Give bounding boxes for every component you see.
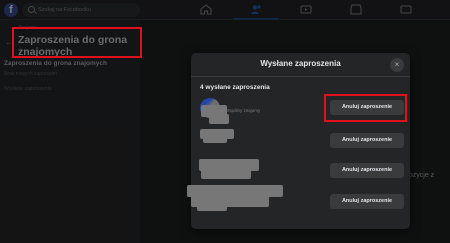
cancel-request-button[interactable]: Anuluj zaproszenie bbox=[330, 133, 404, 148]
sent-count-heading: 4 wysłane zaproszenia bbox=[200, 84, 270, 91]
highlight-box-cancel bbox=[324, 94, 407, 122]
redacted-name bbox=[201, 169, 251, 179]
dialog-title: Wysłane zaproszenia bbox=[260, 59, 341, 68]
dialog-divider bbox=[191, 76, 410, 77]
cancel-request-button[interactable]: Anuluj zaproszenie bbox=[330, 194, 404, 209]
redacted-name bbox=[203, 137, 227, 143]
mutual-friends-text: Wspólny znajomy bbox=[225, 108, 261, 113]
cancel-request-button[interactable]: Anuluj zaproszenie bbox=[330, 163, 404, 178]
sent-request-item: Anuluj zaproszenie bbox=[191, 129, 410, 153]
sent-request-item: Anuluj zaproszenie bbox=[191, 159, 410, 183]
redacted-name bbox=[209, 114, 229, 124]
redacted-name bbox=[197, 205, 227, 211]
sent-requests-dialog: Wysłane zaproszenia × 4 wysłane zaprosze… bbox=[187, 53, 410, 229]
sent-request-item: Anuluj zaproszenie bbox=[187, 185, 410, 211]
highlight-box-title bbox=[12, 27, 142, 58]
close-icon[interactable]: × bbox=[390, 58, 404, 72]
